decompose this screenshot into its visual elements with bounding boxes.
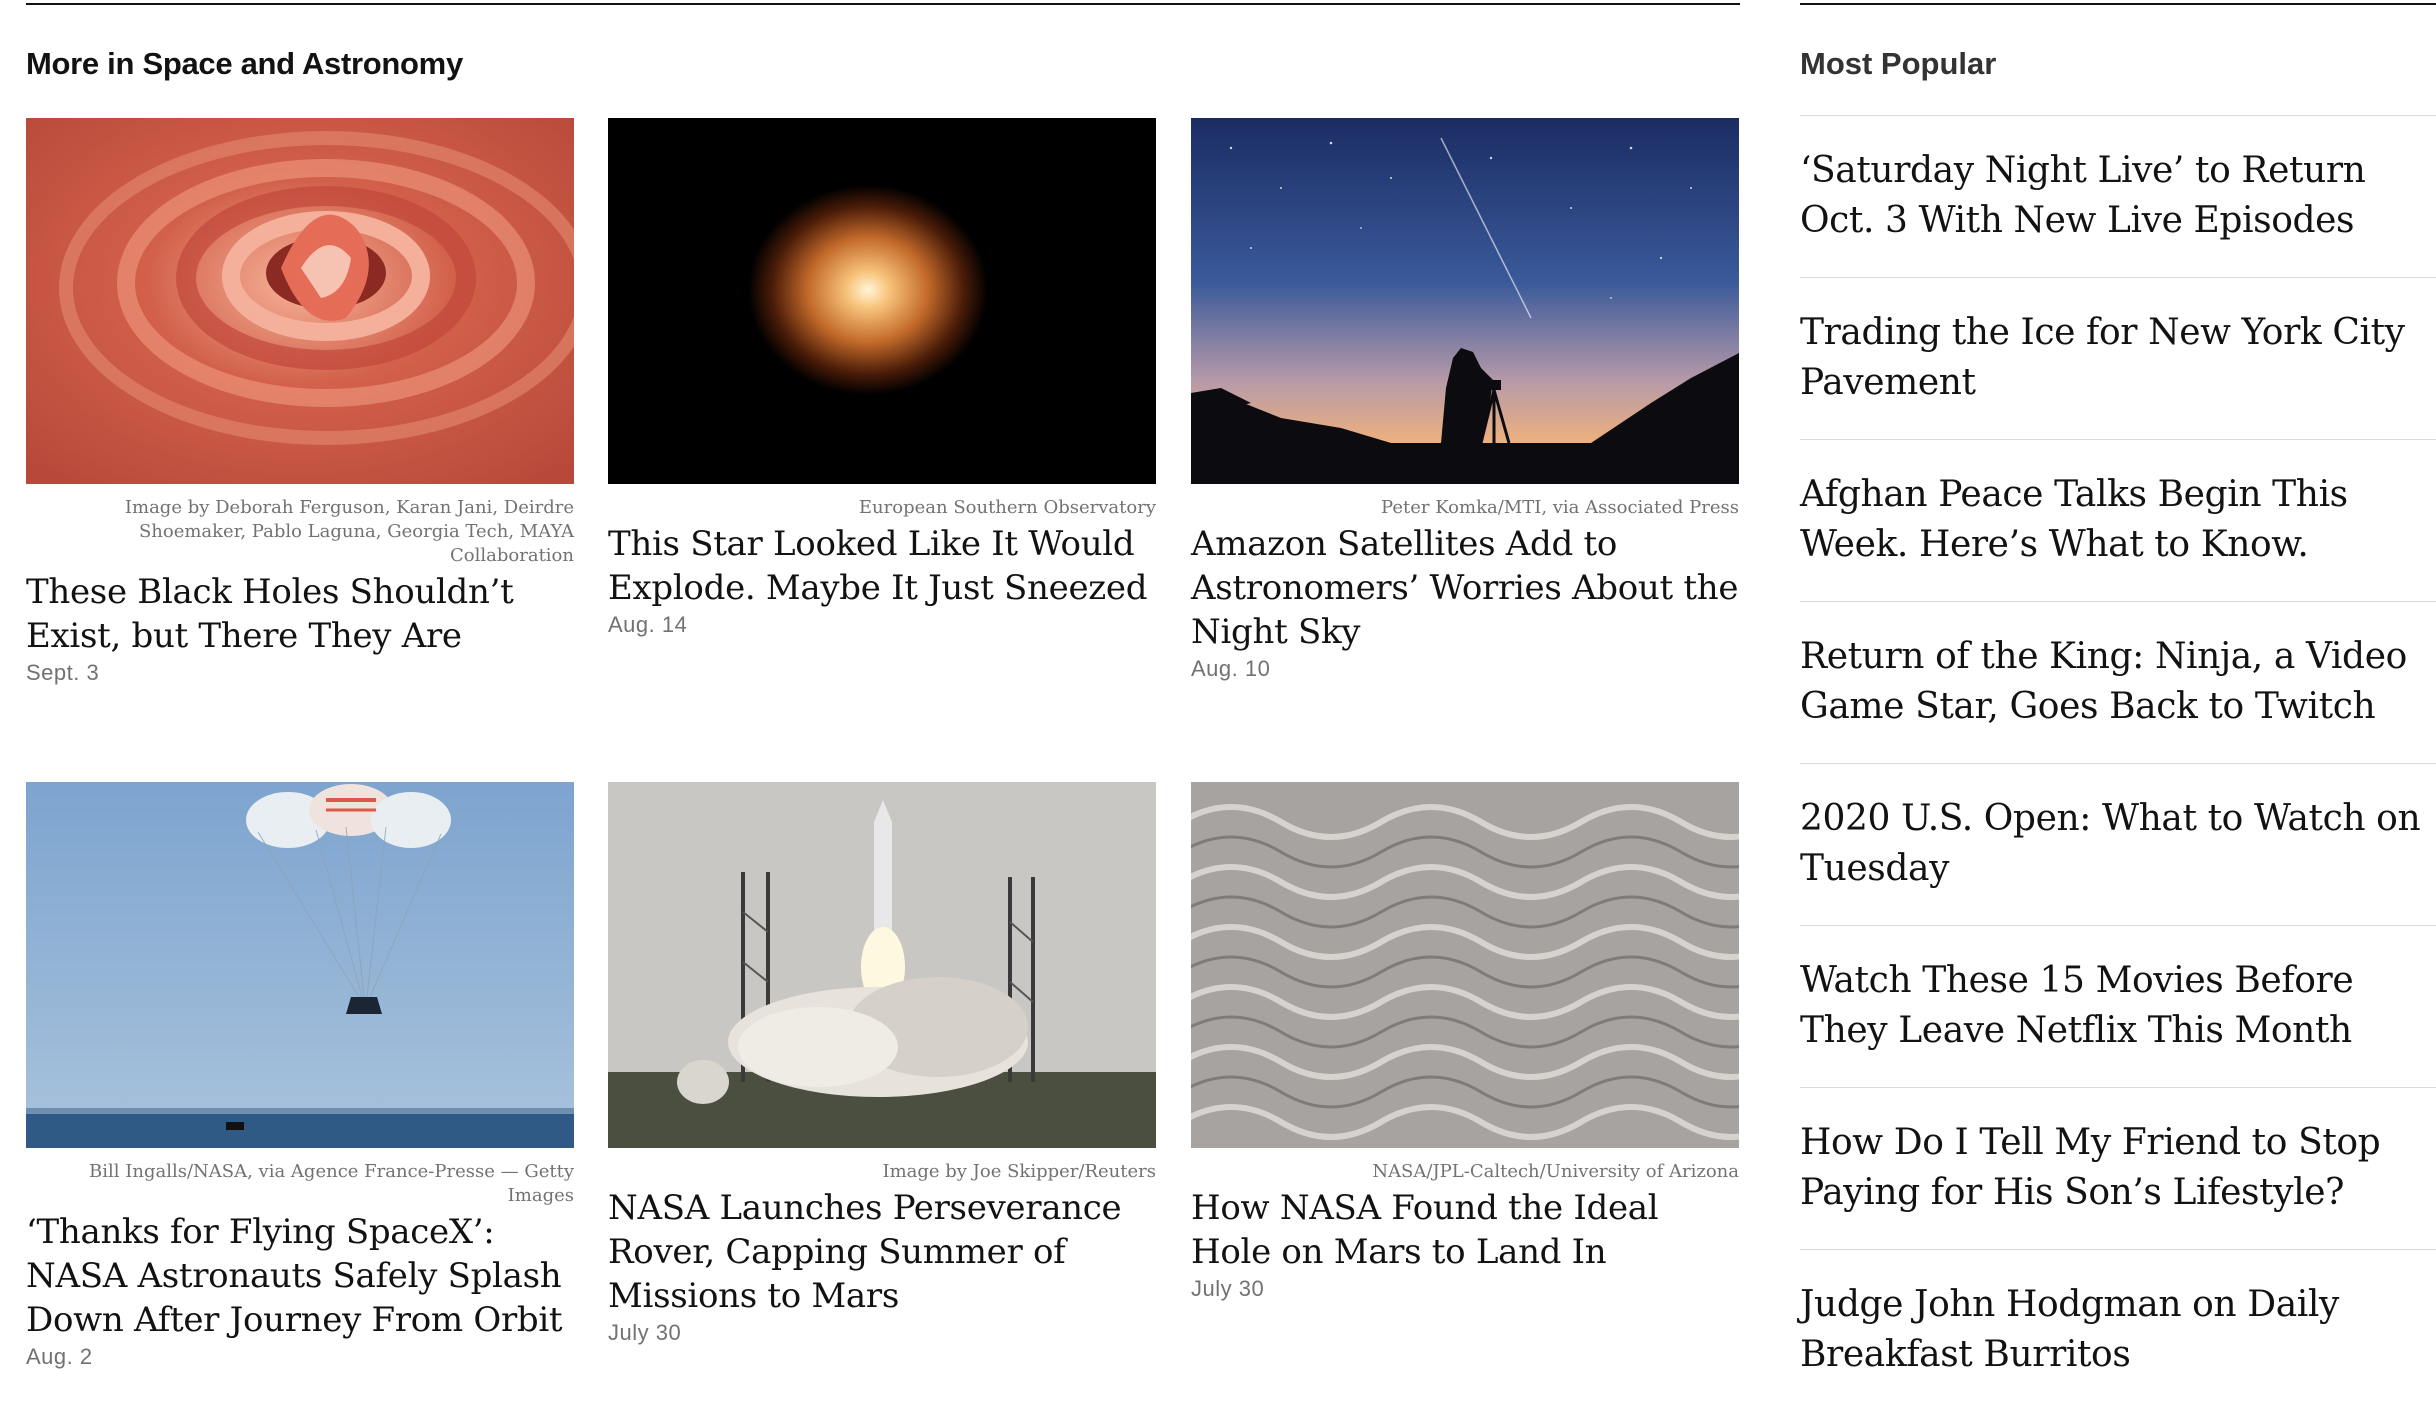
list-item[interactable]: Judge John Hodgman on Daily Breakfast Bu… xyxy=(1800,1249,2436,1411)
most-popular-link[interactable]: Judge John Hodgman on Daily Breakfast Bu… xyxy=(1800,1280,2436,1380)
article-date: Aug. 10 xyxy=(1191,656,1271,681)
image-credit: Image by Joe Skipper/Reuters xyxy=(882,1161,1156,1182)
article-headline[interactable]: NASA Launches Perseverance Rover, Cappin… xyxy=(608,1186,1156,1318)
most-popular-link[interactable]: Watch These 15 Movies Before They Leave … xyxy=(1800,956,2436,1056)
night-sky-graphic xyxy=(1191,118,1739,484)
list-item[interactable]: Trading the Ice for New York City Paveme… xyxy=(1800,277,2436,439)
article-card[interactable]: Peter Komka/MTI, via Associated Press Am… xyxy=(1191,118,1739,682)
image-credit: European Southern Observatory xyxy=(858,497,1156,518)
most-popular-link[interactable]: How Do I Tell My Friend to Stop Paying f… xyxy=(1800,1118,2436,1218)
splashdown-graphic xyxy=(26,782,574,1148)
black-hole-merger-graphic xyxy=(26,118,574,484)
list-item[interactable]: ‘Saturday Night Live’ to Return Oct. 3 W… xyxy=(1800,115,2436,277)
article-headline[interactable]: ‘Thanks for Flying SpaceX’: NASA Astrona… xyxy=(26,1210,574,1342)
most-popular-link[interactable]: Afghan Peace Talks Begin This Week. Here… xyxy=(1800,470,2436,570)
article-card[interactable]: Image by Joe Skipper/Reuters NASA Launch… xyxy=(608,782,1156,1346)
article-date: Aug. 14 xyxy=(608,612,688,637)
image-credit: Bill Ingalls/NASA, via Agence France-Pre… xyxy=(89,1161,574,1206)
article-headline[interactable]: This Star Looked Like It Would Explode. … xyxy=(608,522,1156,610)
image-credit: NASA/JPL-Caltech/University of Arizona xyxy=(1372,1161,1739,1182)
black-hole-merger-image[interactable] xyxy=(26,118,574,484)
article-grid: Image by Deborah Ferguson, Karan Jani, D… xyxy=(26,118,1740,1378)
most-popular-link[interactable]: Return of the King: Ninja, a Video Game … xyxy=(1800,632,2436,732)
article-card[interactable]: European Southern Observatory This Star … xyxy=(608,118,1156,638)
article-card[interactable]: Bill Ingalls/NASA, via Agence France-Pre… xyxy=(26,782,574,1370)
betelgeuse-star-image[interactable] xyxy=(608,118,1156,484)
most-popular-link[interactable]: ‘Saturday Night Live’ to Return Oct. 3 W… xyxy=(1800,146,2436,246)
article-card[interactable]: NASA/JPL-Caltech/University of Arizona H… xyxy=(1191,782,1739,1302)
image-credit: Peter Komka/MTI, via Associated Press xyxy=(1381,497,1739,518)
section-top-rule xyxy=(26,3,1740,5)
night-sky-photographer-image[interactable] xyxy=(1191,118,1739,484)
list-item[interactable]: 2020 U.S. Open: What to Watch on Tuesday xyxy=(1800,763,2436,925)
rocket-launch-image[interactable] xyxy=(608,782,1156,1148)
mars-surface-graphic xyxy=(1191,782,1739,1148)
image-credit: Image by Deborah Ferguson, Karan Jani, D… xyxy=(124,497,574,566)
article-headline[interactable]: These Black Holes Shouldn’t Exist, but T… xyxy=(26,570,574,658)
section-title[interactable]: More in Space and Astronomy xyxy=(26,43,1740,85)
most-popular-panel: Most Popular ‘Saturday Night Live’ to Re… xyxy=(1800,0,2436,1411)
article-date: July 30 xyxy=(1191,1276,1265,1301)
capsule-parachutes-image[interactable] xyxy=(26,782,574,1148)
list-item[interactable]: How Do I Tell My Friend to Stop Paying f… xyxy=(1800,1087,2436,1249)
most-popular-title: Most Popular xyxy=(1800,46,1997,81)
article-date: Aug. 2 xyxy=(26,1344,93,1369)
most-popular-top-rule xyxy=(1800,3,2436,5)
more-in-section: More in Space and Astronomy Image by Deb… xyxy=(26,0,1740,1378)
article-headline[interactable]: How NASA Found the Ideal Hole on Mars to… xyxy=(1191,1186,1739,1274)
article-date: Sept. 3 xyxy=(26,660,100,685)
list-item[interactable]: Watch These 15 Movies Before They Leave … xyxy=(1800,925,2436,1087)
most-popular-link[interactable]: Trading the Ice for New York City Paveme… xyxy=(1800,308,2436,408)
list-item[interactable]: Return of the King: Ninja, a Video Game … xyxy=(1800,601,2436,763)
article-headline[interactable]: Amazon Satellites Add to Astronomers’ Wo… xyxy=(1191,522,1739,654)
star-graphic xyxy=(608,118,1156,484)
most-popular-list: ‘Saturday Night Live’ to Return Oct. 3 W… xyxy=(1800,115,2436,1411)
most-popular-link[interactable]: 2020 U.S. Open: What to Watch on Tuesday xyxy=(1800,794,2436,894)
article-card[interactable]: Image by Deborah Ferguson, Karan Jani, D… xyxy=(26,118,574,686)
mars-surface-image[interactable] xyxy=(1191,782,1739,1148)
list-item[interactable]: Afghan Peace Talks Begin This Week. Here… xyxy=(1800,439,2436,601)
article-date: July 30 xyxy=(608,1320,682,1345)
rocket-launch-graphic xyxy=(608,782,1156,1148)
